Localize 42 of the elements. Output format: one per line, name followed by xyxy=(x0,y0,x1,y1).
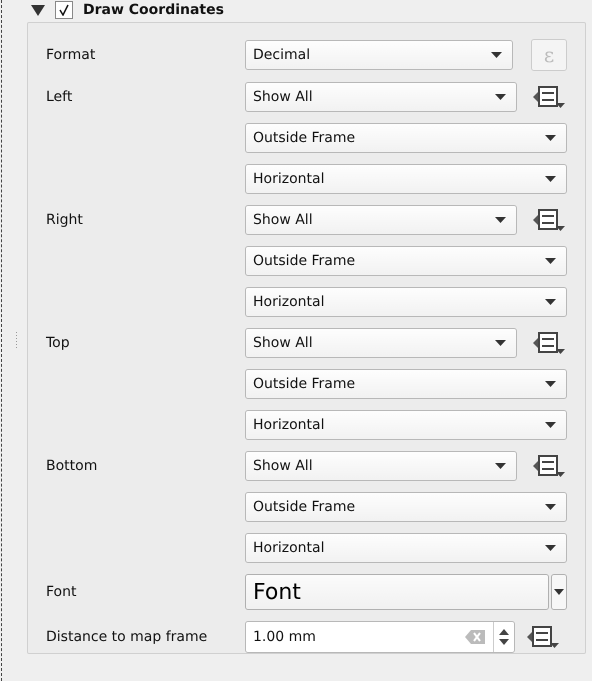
dropdown-arrow-icon xyxy=(545,422,556,428)
direction-dropdown[interactable]: Horizontal xyxy=(245,410,567,440)
dropdown-arrow-icon xyxy=(495,217,506,223)
distance-spinbox[interactable]: 1.00 mm xyxy=(245,621,515,653)
direction-dropdown[interactable]: Horizontal xyxy=(245,533,567,563)
dropdown-arrow-icon xyxy=(545,504,556,510)
group-checkbox[interactable] xyxy=(55,1,73,19)
collapse-triangle-icon[interactable] xyxy=(31,4,45,16)
font-button[interactable]: Font xyxy=(245,574,549,610)
font-menu-button[interactable] xyxy=(551,574,567,610)
dropdown-arrow-icon xyxy=(545,545,556,551)
dropdown-arrow-icon xyxy=(495,463,506,469)
dropdown-arrow-icon xyxy=(545,258,556,264)
display-dropdown[interactable]: Show All xyxy=(245,328,517,358)
display-dropdown[interactable]: Show All xyxy=(245,205,517,235)
dropdown-arrow-icon xyxy=(491,52,502,58)
dropdown-arrow-icon xyxy=(545,135,556,141)
position-dropdown[interactable]: Outside Frame xyxy=(245,246,567,276)
spin-arrows-icon[interactable] xyxy=(499,628,509,646)
position-dropdown[interactable]: Outside Frame xyxy=(245,123,567,153)
caret-icon xyxy=(554,589,564,595)
field-label: Font xyxy=(46,584,78,600)
dropdown-arrow-icon xyxy=(545,299,556,305)
direction-dropdown[interactable]: Horizontal xyxy=(245,287,567,317)
field-label: Distance to map frame xyxy=(46,629,208,645)
dropdown-arrow-icon xyxy=(545,176,556,182)
field-label: Left xyxy=(46,89,74,105)
dropdown-arrow-icon xyxy=(495,340,506,346)
display-dropdown[interactable]: Show All xyxy=(245,82,517,112)
dropdown-arrow-icon xyxy=(495,94,506,100)
field-label: Bottom xyxy=(46,458,98,474)
direction-dropdown[interactable]: Horizontal xyxy=(245,164,567,194)
dropdown-arrow-icon xyxy=(545,381,556,387)
format-dropdown[interactable]: Decimal xyxy=(245,40,513,70)
splitter-handle-icon[interactable] xyxy=(14,330,18,350)
field-label: Format xyxy=(46,47,96,63)
field-label: Right xyxy=(46,212,84,228)
position-dropdown[interactable]: Outside Frame xyxy=(245,369,567,399)
display-dropdown[interactable]: Show All xyxy=(245,451,517,481)
group-title: Draw Coordinates xyxy=(83,2,224,18)
position-dropdown[interactable]: Outside Frame xyxy=(245,492,567,522)
field-label: Top xyxy=(46,335,71,351)
